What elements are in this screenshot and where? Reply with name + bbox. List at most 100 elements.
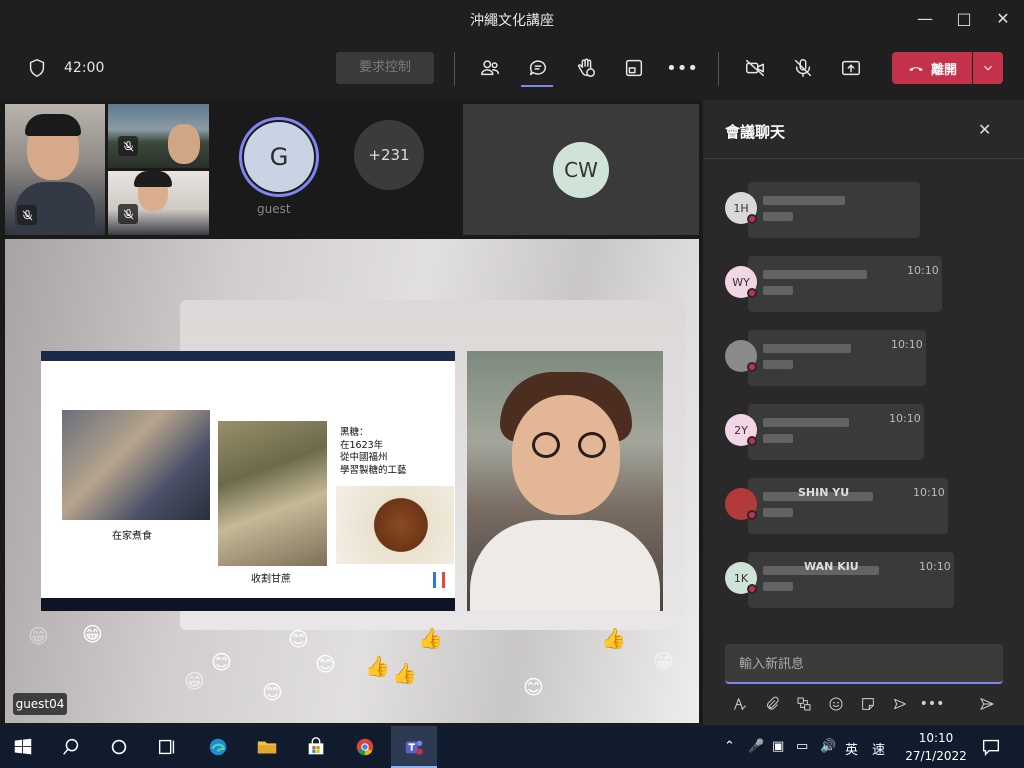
presenter-shirt — [470, 520, 660, 611]
glasses-icon — [532, 432, 560, 458]
message-time: 10:10 — [919, 560, 951, 573]
chevron-down-icon — [984, 65, 992, 71]
thumbs-up-icon: 👍 — [418, 626, 443, 650]
smile-emoji-icon: 😊 — [262, 680, 283, 704]
redacted-text — [763, 508, 793, 517]
avatar-initial: G — [244, 122, 314, 192]
format-icon[interactable] — [730, 694, 750, 714]
participant-video-tile[interactable] — [108, 171, 209, 235]
people-icon[interactable] — [477, 55, 503, 81]
close-window-button[interactable]: ✕ — [992, 8, 1014, 30]
store-icon[interactable] — [293, 726, 339, 768]
thumbs-up-icon: 👍 — [601, 626, 626, 650]
show-hidden-icons-button[interactable]: ⌃ — [724, 739, 735, 754]
meeting-toolbar: 42:00 要求控制 ••• 離開 — [0, 38, 1024, 100]
input-language[interactable]: 英 — [845, 739, 858, 758]
grin-emoji-icon: 😁 — [184, 669, 205, 693]
mic-muted-icon — [118, 136, 138, 156]
leave-dropdown-button[interactable] — [973, 52, 1003, 84]
slide-photo — [218, 421, 327, 566]
hang-up-icon — [909, 67, 923, 71]
clock-date[interactable]: 27/1/2022 — [903, 749, 969, 763]
microphone-in-use-icon: 🎤 — [748, 739, 765, 754]
display-icon[interactable]: ▭ — [796, 739, 808, 754]
message-time: 10:10 — [889, 412, 921, 425]
praise-icon[interactable] — [890, 694, 910, 714]
grin-emoji-icon: 😁 — [82, 622, 103, 646]
window-title: 沖繩文化講座 — [470, 13, 554, 29]
participant-name: guest — [257, 202, 291, 216]
message-compose-box[interactable] — [725, 644, 1003, 684]
file-explorer-icon[interactable] — [244, 726, 290, 768]
smile-emoji-icon: 😊 — [315, 652, 336, 676]
notifications-icon[interactable] — [974, 726, 1008, 768]
send-icon[interactable] — [977, 694, 997, 714]
participant-video-tile[interactable] — [5, 104, 105, 235]
chat-icon[interactable] — [525, 55, 551, 81]
chrome-icon[interactable] — [342, 726, 388, 768]
presence-status-icon — [747, 362, 757, 372]
message-time: 10:10 — [913, 486, 945, 499]
ime-mode[interactable]: 速 — [872, 739, 885, 758]
network-icon[interactable]: ▣ — [772, 739, 784, 754]
more-options-icon[interactable]: ••• — [920, 694, 945, 714]
presence-status-icon — [747, 288, 757, 298]
presenter-face — [512, 395, 620, 515]
slide-logo — [433, 572, 445, 588]
grin-emoji-icon: 😁 — [653, 649, 674, 673]
camera-off-icon[interactable] — [742, 55, 768, 81]
slide-text: 黑糖： 在1623年 從中國福州 學習製糖的工藝 — [340, 427, 407, 476]
smile-emoji-icon: 😊 — [288, 627, 309, 651]
teams-icon[interactable] — [391, 726, 437, 768]
participant-video-tile[interactable] — [108, 104, 209, 168]
smile-emoji-icon: 😊 — [523, 675, 544, 699]
message-time: 10:10 — [907, 264, 939, 277]
smile-emoji-icon: 😊 — [211, 650, 232, 674]
presence-status-icon — [747, 510, 757, 520]
emoji-icon[interactable] — [826, 694, 846, 714]
redacted-text — [763, 212, 793, 221]
mic-muted-icon — [118, 204, 138, 224]
thumbs-up-icon: 👍 — [365, 654, 390, 678]
maximize-button[interactable]: □ — [953, 8, 975, 30]
clock-time[interactable]: 10:10 — [910, 731, 962, 745]
divider — [718, 52, 719, 86]
more-participants-button[interactable]: +231 — [354, 120, 424, 190]
redacted-text — [763, 344, 851, 353]
title-bar-content: 沖繩文化講座 — □ ✕ — [0, 0, 1024, 38]
grin-emoji-icon: 😁 — [28, 624, 49, 648]
presence-status-icon — [747, 436, 757, 446]
raise-hand-icon[interactable] — [573, 55, 599, 81]
leave-label: 離開 — [930, 62, 957, 78]
share-view-icon[interactable] — [621, 55, 647, 81]
message-input[interactable] — [739, 654, 989, 674]
redacted-text — [763, 270, 867, 279]
windows-start-icon[interactable] — [0, 726, 46, 768]
more-options-icon[interactable]: ••• — [666, 55, 698, 81]
sender-name: WAN KIU — [804, 560, 859, 573]
loop-component-icon[interactable] — [794, 694, 814, 714]
attach-icon[interactable] — [762, 694, 782, 714]
participant-avatar[interactable]: G — [239, 117, 319, 197]
participant-avatar: CW — [553, 142, 609, 198]
volume-icon[interactable]: 🔊 — [820, 739, 836, 754]
sender-name: SHIN YU — [798, 486, 850, 499]
search-icon[interactable] — [48, 726, 94, 768]
share-screen-icon[interactable] — [838, 55, 864, 81]
task-view-icon[interactable] — [144, 726, 190, 768]
mic-off-icon[interactable] — [790, 55, 816, 81]
edge-browser-icon[interactable] — [195, 726, 241, 768]
shield-icon — [24, 55, 50, 81]
redacted-text — [763, 196, 845, 205]
minimize-button[interactable]: — — [914, 8, 936, 30]
thumbs-up-icon: 👍 — [392, 661, 417, 685]
leave-button[interactable]: 離開 — [892, 52, 972, 84]
sticker-icon[interactable] — [858, 694, 878, 714]
redacted-text — [763, 434, 793, 443]
close-chat-button[interactable]: ✕ — [978, 120, 991, 139]
divider — [454, 52, 455, 86]
request-control-button[interactable]: 要求控制 — [336, 52, 434, 84]
redacted-text — [763, 418, 849, 427]
cortana-icon[interactable] — [96, 726, 142, 768]
slide-bottom-bar — [41, 598, 455, 611]
